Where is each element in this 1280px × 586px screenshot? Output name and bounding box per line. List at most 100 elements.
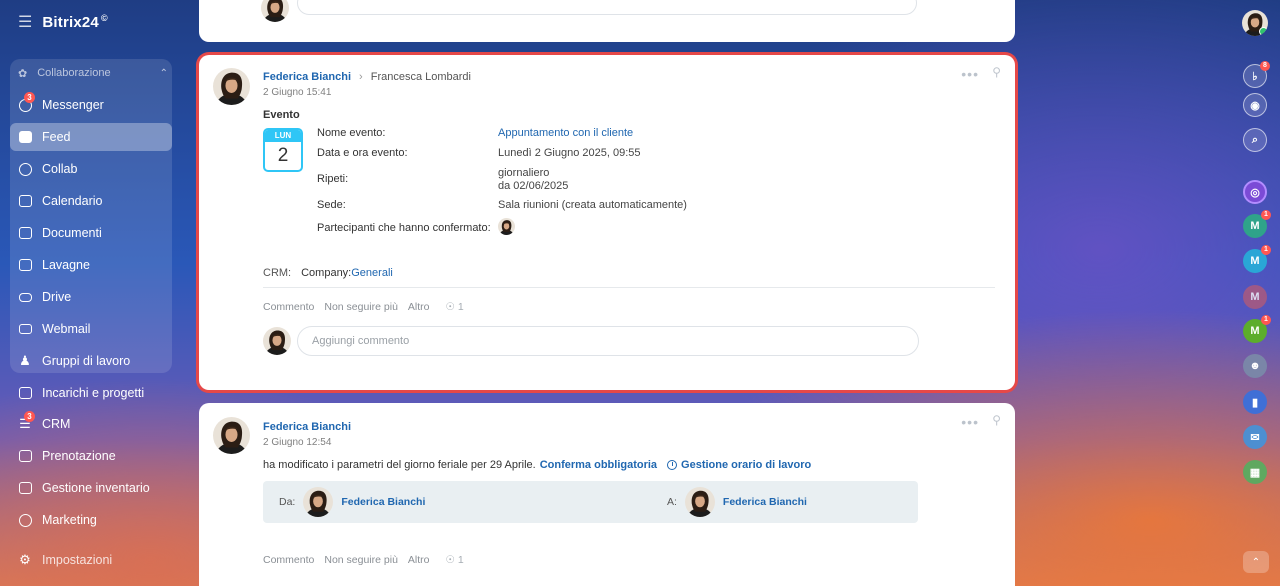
post-actions: Commento Non seguire più Altro ☉ 1	[263, 301, 464, 313]
comment-input[interactable]	[297, 326, 919, 356]
unfollow-button[interactable]: Non seguire più	[324, 554, 398, 566]
from-to-box: Da: Federica Bianchi A: Federica Bianchi	[263, 481, 918, 523]
comment-button[interactable]: Commento	[263, 301, 314, 313]
collab-icon	[18, 162, 32, 176]
sidebar-item-label: Lavagne	[42, 258, 90, 272]
copilot-icon[interactable]: ◎	[1243, 180, 1267, 204]
marketing-icon	[18, 513, 32, 527]
pin-icon[interactable]: ⚲	[992, 413, 1001, 427]
crm-icon: ☰ 3	[18, 411, 35, 431]
sidebar-item-crm[interactable]: ☰ 3 CRM	[10, 410, 172, 438]
message-icon[interactable]: ✉	[1243, 425, 1267, 449]
user-profile-avatar[interactable]	[1242, 10, 1268, 36]
more-button[interactable]: Altro	[408, 554, 430, 566]
chat-badge: 1	[1261, 245, 1271, 255]
activity-icon[interactable]: ◉	[1243, 93, 1267, 117]
sidebar-item-label: Prenotazione	[42, 449, 116, 463]
sidebar-item-gruppi[interactable]: ♟ Gruppi di lavoro	[10, 347, 172, 375]
sidebar-item-prenotazione[interactable]: Prenotazione	[10, 442, 172, 470]
sidebar-item-feed[interactable]: Feed	[10, 123, 172, 151]
crm-company-label: Company:	[301, 267, 352, 279]
post-author-link[interactable]: Federica Bianchi	[263, 421, 351, 433]
sidebar-item-incarichi[interactable]: Incarichi e progetti	[10, 379, 172, 407]
event-name-link[interactable]: Appuntamento con il cliente	[498, 127, 633, 139]
bookmark-icon[interactable]: ▮	[1243, 390, 1267, 414]
confirm-required-link[interactable]: Conferma obbligatoria	[540, 459, 657, 471]
group-label: Collaborazione	[37, 67, 111, 79]
brand-logo[interactable]: Bitrix24 ©	[42, 13, 107, 31]
post-recipient-link[interactable]: Francesca Lombardi	[371, 71, 471, 83]
post-author-line: Federica Bianchi › Francesca Lombardi	[263, 71, 471, 83]
from-avatar[interactable]	[303, 487, 333, 517]
clock-icon	[667, 460, 678, 470]
bell-icon[interactable]: ♭ 8	[1243, 61, 1270, 88]
to-label: A:	[667, 496, 677, 508]
scroll-up-button[interactable]: ⌃	[1243, 551, 1269, 573]
participant-avatar[interactable]	[498, 218, 515, 235]
sidebar-item-label: Gruppi di lavoro	[42, 354, 131, 368]
inventory-icon	[18, 481, 32, 495]
event-participants-label: Partecipanti che hanno confermato:	[317, 222, 491, 234]
work-schedule-link[interactable]: Gestione orario di lavoro	[681, 459, 811, 471]
sidebar-item-label: Gestione inventario	[42, 481, 150, 495]
from-user-link[interactable]: Federica Bianchi	[341, 496, 425, 508]
sidebar-item-collab[interactable]: Collab	[10, 155, 172, 183]
calendar-icon	[18, 194, 32, 208]
chat-m-1[interactable]: M1	[1243, 210, 1271, 238]
feed-post-event: Federica Bianchi › Francesca Lombardi 2 …	[199, 55, 1015, 390]
post-text: ha modificato i parametri del giorno fer…	[263, 459, 811, 471]
author-avatar[interactable]	[213, 68, 250, 105]
group-header-collaborazione[interactable]: ✿ Collaborazione ⌃	[18, 64, 168, 82]
comment-button[interactable]: Commento	[263, 554, 314, 566]
comment-row	[263, 326, 919, 356]
more-icon[interactable]: •••	[961, 414, 979, 430]
search-chat-icon[interactable]: ⌕	[1243, 128, 1267, 152]
event-datetime-value: Lunedì 2 Giugno 2025, 09:55	[498, 147, 641, 159]
sidebar-item-messenger[interactable]: 3 Messenger	[10, 91, 172, 119]
crm-company-link[interactable]: Generali	[351, 267, 393, 279]
crm-label: CRM:	[263, 267, 292, 279]
event-datetime-label: Data e ora evento:	[317, 147, 408, 159]
event-repeat-label: Ripeti:	[317, 173, 349, 185]
to-part: A: Federica Bianchi	[667, 486, 807, 518]
sidebar-item-inventario[interactable]: Gestione inventario	[10, 474, 172, 502]
menu-icon[interactable]: ☰	[18, 12, 32, 32]
notifications-badge: 8	[1260, 61, 1270, 71]
event-repeat-frequency: giornaliero	[498, 167, 550, 179]
sidebar-item-calendario[interactable]: Calendario	[10, 187, 172, 215]
from-part: Da: Federica Bianchi	[279, 486, 425, 518]
more-button[interactable]: Altro	[408, 301, 430, 313]
post-author-link[interactable]: Federica Bianchi	[263, 71, 351, 83]
divider	[263, 287, 995, 288]
to-user-link[interactable]: Federica Bianchi	[723, 496, 807, 508]
unfollow-button[interactable]: Non seguire più	[324, 301, 398, 313]
post-date: 2 Giugno 15:41	[263, 87, 332, 98]
chat-m-3[interactable]: M	[1243, 285, 1267, 309]
sidebar-item-marketing[interactable]: Marketing	[10, 506, 172, 534]
comment-input-partial[interactable]	[297, 0, 917, 15]
sidebar-item-documenti[interactable]: Documenti	[10, 219, 172, 247]
pin-icon[interactable]: ⚲	[992, 65, 1001, 79]
event-place-label: Sede:	[317, 199, 346, 211]
groups-icon: ♟	[19, 353, 31, 368]
sidebar-item-drive[interactable]: Drive	[10, 283, 172, 311]
tasks-icon	[18, 386, 32, 400]
document-icon	[18, 226, 32, 240]
group-chat-icon[interactable]: ☻	[1243, 354, 1267, 378]
event-type-label: Evento	[263, 109, 300, 121]
collab-group-icon: ✿	[18, 67, 28, 80]
more-icon[interactable]: •••	[961, 66, 979, 82]
to-avatar[interactable]	[685, 487, 715, 517]
sidebar-item-lavagne[interactable]: Lavagne	[10, 251, 172, 279]
eye-icon: ☉	[445, 554, 455, 566]
sidebar-item-webmail[interactable]: Webmail	[10, 315, 172, 343]
post-date: 2 Giugno 12:54	[263, 437, 332, 448]
chat-badge: 1	[1261, 315, 1271, 325]
gear-icon: ⚙	[19, 552, 31, 567]
online-status-icon	[1259, 27, 1268, 36]
sidebar-item-impostazioni[interactable]: ⚙ Impostazioni	[18, 552, 112, 567]
chat-m-2[interactable]: M1	[1243, 245, 1271, 273]
chat-m-4[interactable]: M1	[1243, 315, 1271, 343]
sheet-icon[interactable]: ▦	[1243, 460, 1267, 484]
author-avatar[interactable]	[213, 417, 250, 454]
